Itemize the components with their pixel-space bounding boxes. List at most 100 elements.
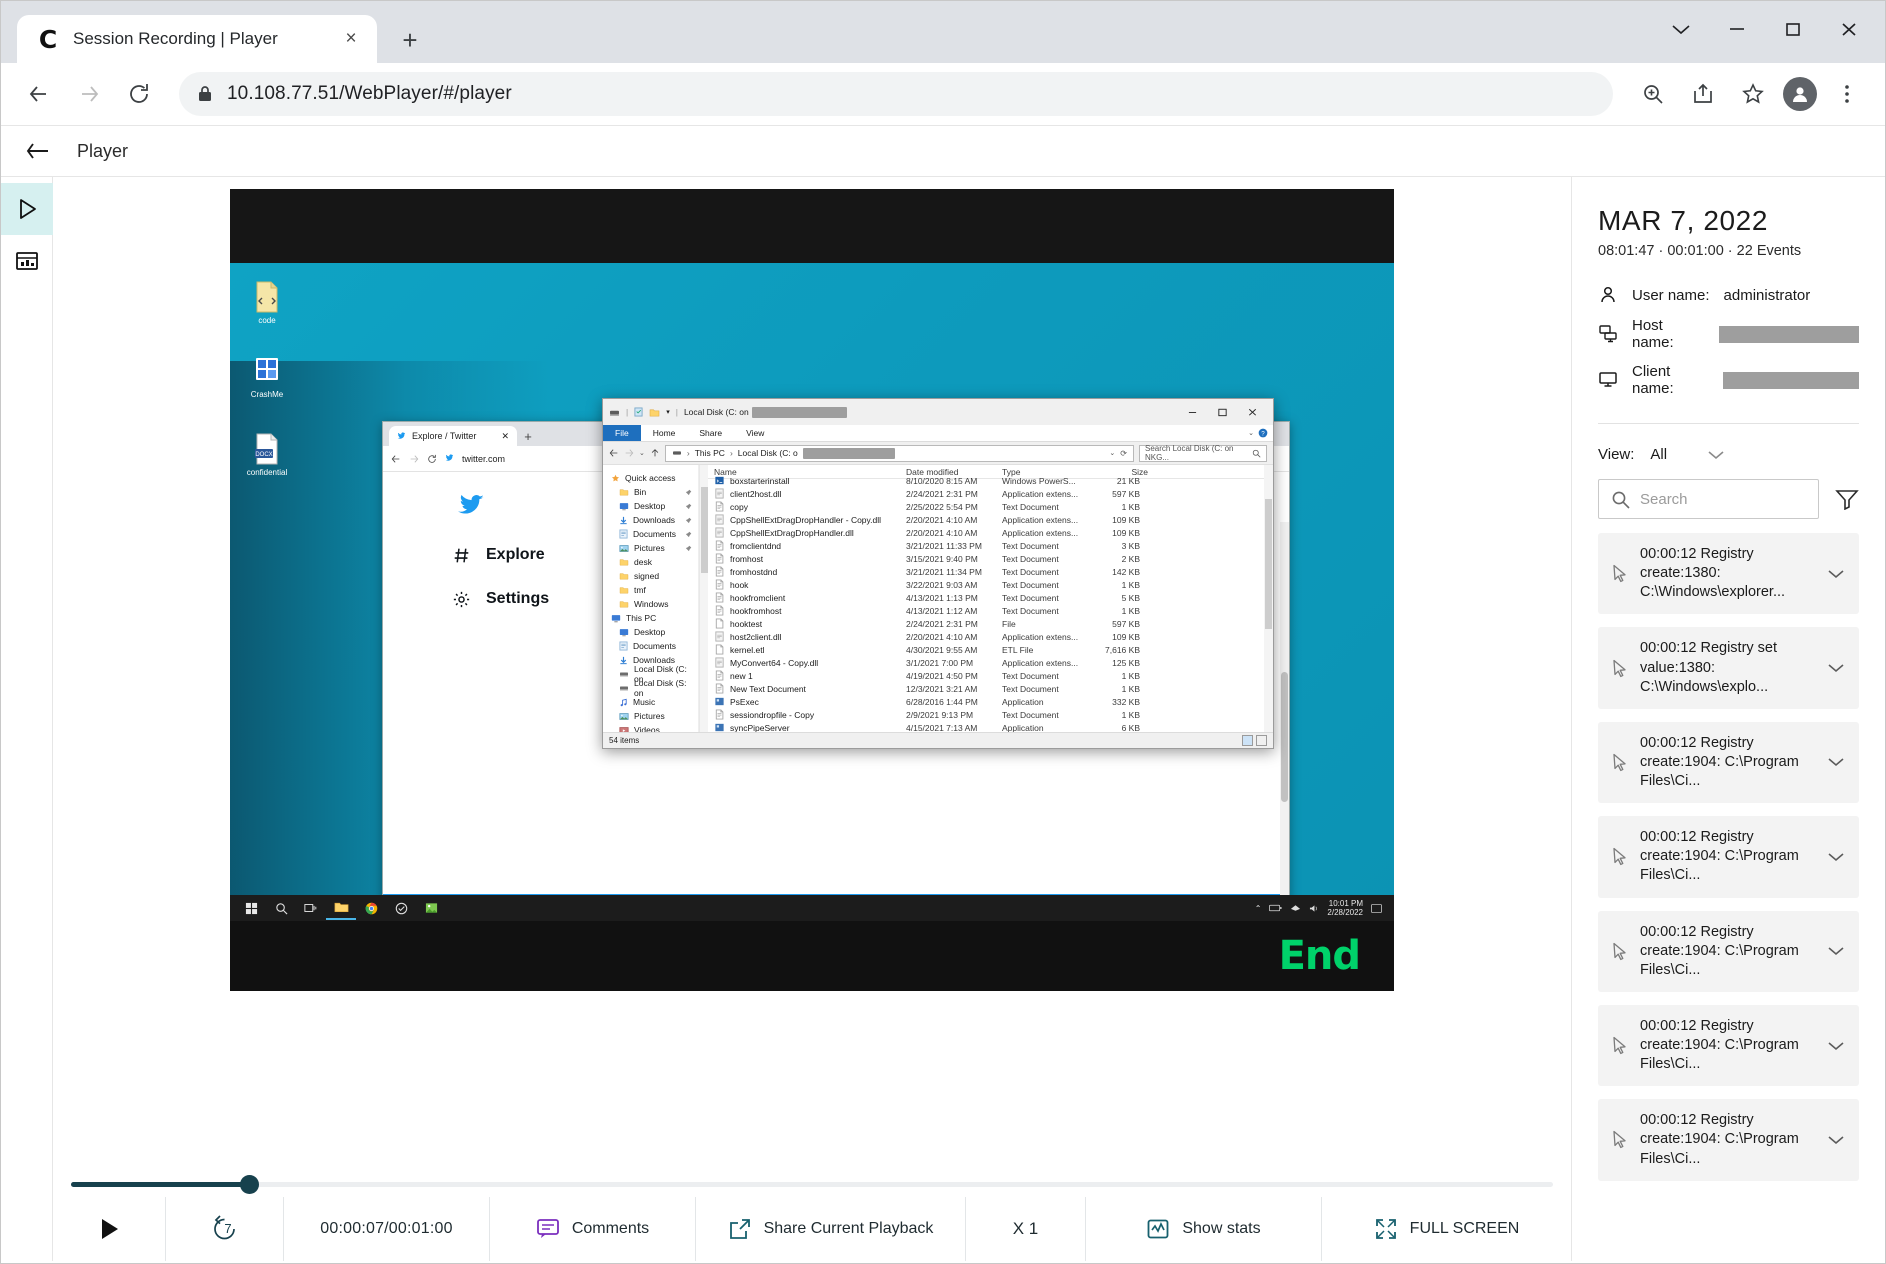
action-center-icon[interactable] (1371, 903, 1382, 913)
explorer-nav-item[interactable]: Videos (607, 723, 698, 732)
breadcrumb-local-disk[interactable]: Local Disk (C: o (738, 448, 798, 458)
explorer-nav-item[interactable]: Documents (607, 639, 698, 653)
start-button-icon[interactable] (236, 896, 266, 920)
explorer-file-row[interactable]: hook 3/22/2021 9:03 AM Text Document 1 KB (708, 578, 1273, 591)
taskbar-search-icon[interactable] (266, 896, 296, 920)
breadcrumb-this-pc[interactable]: This PC (695, 448, 725, 458)
browser-tab[interactable]: C Session Recording | Player × (17, 15, 377, 63)
twitter-back-icon[interactable] (391, 454, 401, 464)
explorer-breadcrumb[interactable]: › This PC › Local Disk (C: o ⌄ ⟳ (664, 444, 1134, 462)
explorer-up-icon[interactable] (650, 448, 660, 458)
chevron-down-icon[interactable] (1655, 9, 1707, 49)
zoom-icon[interactable] (1633, 74, 1673, 114)
chevron-down-icon[interactable] (1827, 1134, 1845, 1146)
bookmark-star-icon[interactable] (1733, 74, 1773, 114)
event-search-box[interactable] (1598, 479, 1819, 519)
explorer-nav-pane[interactable]: Quick access Bin Desktop Downloads Documents… (603, 465, 699, 732)
tray-battery-icon[interactable] (1269, 904, 1282, 912)
explorer-file-row[interactable]: host2client.dll 2/20/2021 4:10 AM Applicat… (708, 630, 1273, 643)
explorer-nav-item[interactable]: Desktop (607, 499, 698, 513)
help-icon[interactable]: ? (1258, 428, 1268, 438)
tray-volume-icon[interactable] (1309, 904, 1319, 913)
ribbon-tab-home[interactable]: Home (641, 425, 688, 441)
explorer-refresh-icon[interactable]: ⟳ (1120, 449, 1127, 458)
ribbon-collapse-icon[interactable]: ⌄ (1248, 429, 1254, 437)
twitter-tab[interactable]: Explore / Twitter ✕ (389, 426, 517, 446)
profile-avatar[interactable] (1783, 77, 1817, 111)
explorer-list-scrollbar[interactable] (1264, 465, 1273, 732)
explorer-file-list[interactable]: Name Date modified Type Size boxstarteri… (708, 465, 1273, 732)
explorer-file-row[interactable]: hookfromhost 4/13/2021 1:12 AM Text Docume… (708, 604, 1273, 617)
forward-navigation-icon[interactable] (69, 74, 109, 114)
twitter-scrollbar[interactable] (1280, 522, 1289, 938)
ribbon-tab-file[interactable]: File (603, 425, 641, 441)
twitter-reload-icon[interactable] (427, 454, 437, 464)
event-list-item[interactable]: 00:00:12 Registry create:1904: C:\Progra… (1598, 816, 1859, 898)
seek-handle[interactable] (239, 1174, 259, 1194)
explorer-maximize-icon[interactable] (1207, 399, 1237, 425)
taskbar-clock[interactable]: 10:01 PM 2/28/2022 (1327, 899, 1363, 917)
explorer-titlebar[interactable]: | ▾ | Local Disk (C: on (603, 399, 1273, 425)
explorer-nav-item[interactable]: Bin (607, 485, 698, 499)
explorer-file-row[interactable]: CppShellExtDragDropHandler - Copy.dll 2/2… (708, 513, 1273, 526)
back-navigation-icon[interactable] (19, 74, 59, 114)
explorer-nav-item[interactable]: Pictures (607, 541, 698, 555)
close-window-icon[interactable] (1823, 9, 1875, 49)
taskbar-chrome-icon[interactable] (356, 896, 386, 920)
explorer-search-box[interactable]: Search Local Disk (C: on NKG... (1139, 444, 1267, 462)
explorer-file-row[interactable]: hookfromclient 4/13/2021 1:13 PM Text Docu… (708, 591, 1273, 604)
chevron-down-icon[interactable] (1827, 756, 1845, 768)
twitter-scroll-thumb[interactable] (1281, 672, 1288, 802)
explorer-file-row[interactable]: fromhostdnd 3/21/2021 11:34 PM Text Docume… (708, 565, 1273, 578)
explorer-nav-item[interactable]: tmf (607, 583, 698, 597)
close-tab-icon[interactable]: × (339, 27, 363, 51)
explorer-file-row[interactable]: client2host.dll 2/24/2021 2:31 PM Applicat… (708, 487, 1273, 500)
event-list-item[interactable]: 00:00:12 Registry create:1904: C:\Progra… (1598, 1004, 1859, 1087)
explorer-file-row[interactable]: kernel.etl 4/30/2021 9:55 AM ETL File 7,616… (708, 643, 1273, 656)
tray-network-icon[interactable] (1290, 904, 1301, 912)
tray-chevron-icon[interactable]: ⌃ (1255, 904, 1262, 913)
chevron-down-icon[interactable] (1827, 1040, 1845, 1052)
explorer-file-row[interactable]: fromclientdnd 3/21/2021 11:33 PM Text Docu… (708, 539, 1273, 552)
taskbar-app-icon[interactable] (386, 896, 416, 920)
pin-icon[interactable] (685, 489, 692, 496)
playback-speed-button[interactable]: X 1 (965, 1197, 1085, 1261)
minimize-icon[interactable] (1711, 9, 1763, 49)
desktop-icon-code[interactable]: code (240, 281, 294, 326)
explorer-file-row[interactable]: MyConvert64 - Copy.dll 3/1/2021 7:00 PM Ap… (708, 656, 1273, 669)
explorer-nav-item[interactable]: desk (607, 555, 698, 569)
large-icons-view-button[interactable] (1256, 734, 1267, 746)
task-view-icon[interactable] (296, 896, 326, 920)
explorer-file-row[interactable]: PsExec 6/28/2016 1:44 PM Application 332 KB (708, 695, 1273, 708)
explorer-close-icon[interactable] (1237, 399, 1267, 425)
chevron-down-icon[interactable] (1827, 662, 1845, 674)
reload-icon[interactable] (119, 74, 159, 114)
desktop-icon-confidential[interactable]: DOCX confidential (240, 433, 294, 478)
explorer-file-row[interactable]: copy 2/25/2022 5:54 PM Text Document 1 KB (708, 500, 1273, 513)
share-icon[interactable] (1683, 74, 1723, 114)
page-back-icon[interactable] (19, 134, 53, 168)
sidebar-item-stats[interactable] (1, 235, 53, 287)
explorer-recent-icon[interactable]: ⌄ (639, 449, 645, 457)
address-bar[interactable]: 10.108.77.51/WebPlayer/#/player (179, 72, 1613, 116)
maximize-icon[interactable] (1767, 9, 1819, 49)
pin-icon[interactable] (685, 517, 692, 524)
event-list-item[interactable]: 00:00:12 Registry create:1904: C:\Progra… (1598, 1099, 1859, 1181)
event-list-item[interactable]: 00:00:12 Registry set value:1380: C:\Win… (1598, 627, 1859, 709)
event-list-item[interactable]: 00:00:12 Registry create:1380: C:\Window… (1598, 533, 1859, 615)
event-list-item[interactable]: 00:00:12 Registry create:1904: C:\Progra… (1598, 721, 1859, 804)
ribbon-tab-share[interactable]: Share (687, 425, 734, 441)
explorer-nav-scroll-thumb[interactable] (701, 487, 708, 573)
fullscreen-button[interactable]: FULL SCREEN (1321, 1197, 1571, 1261)
explorer-back-icon[interactable] (609, 448, 619, 458)
taskbar-explorer-icon[interactable] (326, 896, 356, 920)
ribbon-tab-view[interactable]: View (734, 425, 776, 441)
file-explorer-window[interactable]: | ▾ | Local Disk (C: on File Home Share … (602, 398, 1274, 749)
chevron-down-icon[interactable] (1827, 851, 1845, 863)
play-button[interactable] (53, 1197, 165, 1261)
filter-icon[interactable] (1835, 488, 1859, 510)
event-search-input[interactable] (1640, 490, 1806, 508)
explorer-nav-item[interactable]: Local Disk (S: on (607, 678, 698, 698)
explorer-file-row[interactable]: CppShellExtDragDropHandler.dll 2/20/2021 … (708, 526, 1273, 539)
browser-menu-icon[interactable] (1827, 74, 1867, 114)
